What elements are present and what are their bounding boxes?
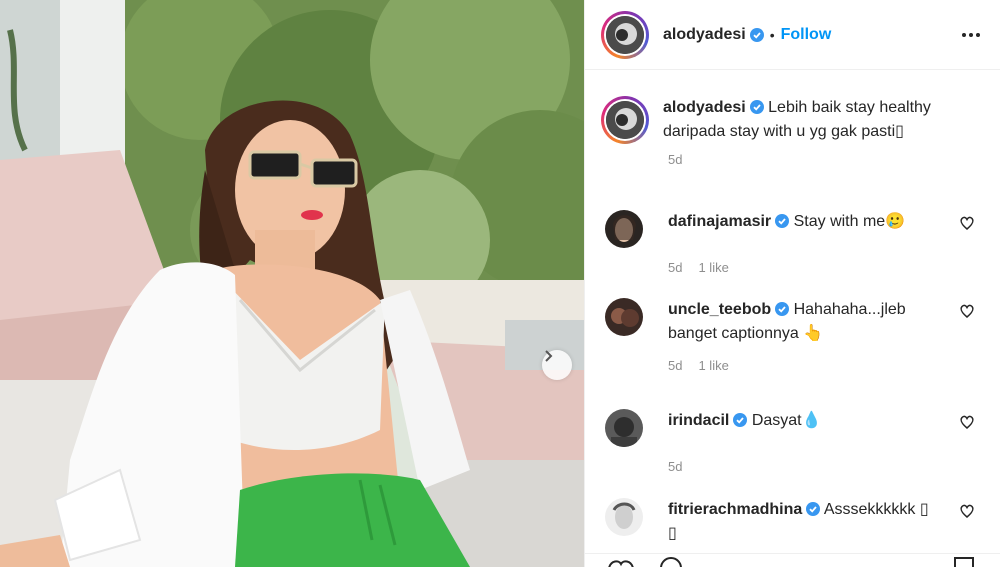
verified-badge-icon bbox=[749, 27, 764, 42]
photo-illustration bbox=[0, 0, 584, 567]
heart-outline-icon[interactable] bbox=[959, 414, 975, 430]
comment-username[interactable]: fitrierachmadhina bbox=[668, 501, 802, 518]
comment-item: irindacil Dasyat💧 5d bbox=[605, 409, 995, 474]
comment-likes[interactable]: 1 like bbox=[698, 358, 728, 373]
action-bar bbox=[585, 553, 1000, 567]
action-icons[interactable] bbox=[585, 554, 1000, 567]
comment-item: uncle_teebob Hahahaha...jleb banget capt… bbox=[605, 298, 995, 373]
comment-age[interactable]: 5d bbox=[668, 459, 682, 474]
caption-username[interactable]: alodyadesi bbox=[663, 99, 746, 116]
comment-age[interactable]: 5d bbox=[668, 260, 682, 275]
more-horizontal-icon bbox=[962, 32, 966, 37]
heart-outline-icon[interactable] bbox=[959, 215, 975, 231]
comment-age[interactable]: 5d bbox=[668, 358, 682, 373]
commenter-avatar[interactable] bbox=[605, 298, 643, 336]
commenter-avatar-image bbox=[605, 409, 643, 447]
comment-text: Dasyat💧 bbox=[751, 412, 822, 429]
commenter-avatar-image bbox=[605, 210, 643, 248]
post-sidebar: alodyadesi • Follow alodyadesi Lebih bai… bbox=[584, 0, 1000, 567]
author-avatar-image bbox=[606, 15, 644, 54]
verified-badge-icon bbox=[775, 302, 790, 316]
heart-outline-icon[interactable] bbox=[959, 503, 975, 519]
comment-item: fitrierachmadhina Asssekkkkkk ▯ ▯ bbox=[605, 498, 995, 546]
commenter-avatar[interactable] bbox=[605, 210, 643, 248]
comment-username[interactable]: dafinajamasir bbox=[668, 213, 771, 230]
commenter-avatar-image bbox=[605, 498, 643, 536]
comment-username[interactable]: uncle_teebob bbox=[668, 301, 771, 318]
next-photo-button[interactable] bbox=[542, 350, 572, 380]
follow-button[interactable]: Follow bbox=[781, 26, 832, 44]
commenter-avatar[interactable] bbox=[605, 409, 643, 447]
post-header: alodyadesi • Follow bbox=[585, 0, 1000, 70]
verified-badge-icon bbox=[733, 413, 748, 427]
post-photo[interactable] bbox=[0, 0, 584, 567]
caption-age[interactable]: 5d bbox=[668, 152, 682, 167]
heart-outline-icon[interactable] bbox=[959, 303, 975, 319]
author-avatar[interactable] bbox=[601, 10, 649, 59]
commenter-avatar[interactable] bbox=[605, 498, 643, 536]
comment-username[interactable]: irindacil bbox=[668, 412, 729, 429]
comment-text: Stay with me🥲 bbox=[793, 213, 906, 230]
verified-badge-icon bbox=[806, 502, 821, 516]
separator-dot: • bbox=[769, 26, 775, 43]
verified-badge-icon bbox=[749, 100, 764, 114]
verified-badge-icon bbox=[775, 214, 790, 228]
author-username[interactable]: alodyadesi bbox=[663, 26, 746, 44]
commenter-avatar-image bbox=[605, 298, 643, 336]
caption-avatar-image bbox=[606, 101, 644, 139]
comment-item: dafinajamasir Stay with me🥲 5d 1 like bbox=[605, 210, 995, 275]
more-options-button[interactable] bbox=[958, 27, 984, 43]
chevron-right-icon bbox=[545, 350, 553, 362]
post-caption: alodyadesi Lebih baik stay healthy darip… bbox=[601, 96, 981, 167]
caption-avatar[interactable] bbox=[601, 96, 649, 144]
comment-likes[interactable]: 1 like bbox=[698, 260, 728, 275]
